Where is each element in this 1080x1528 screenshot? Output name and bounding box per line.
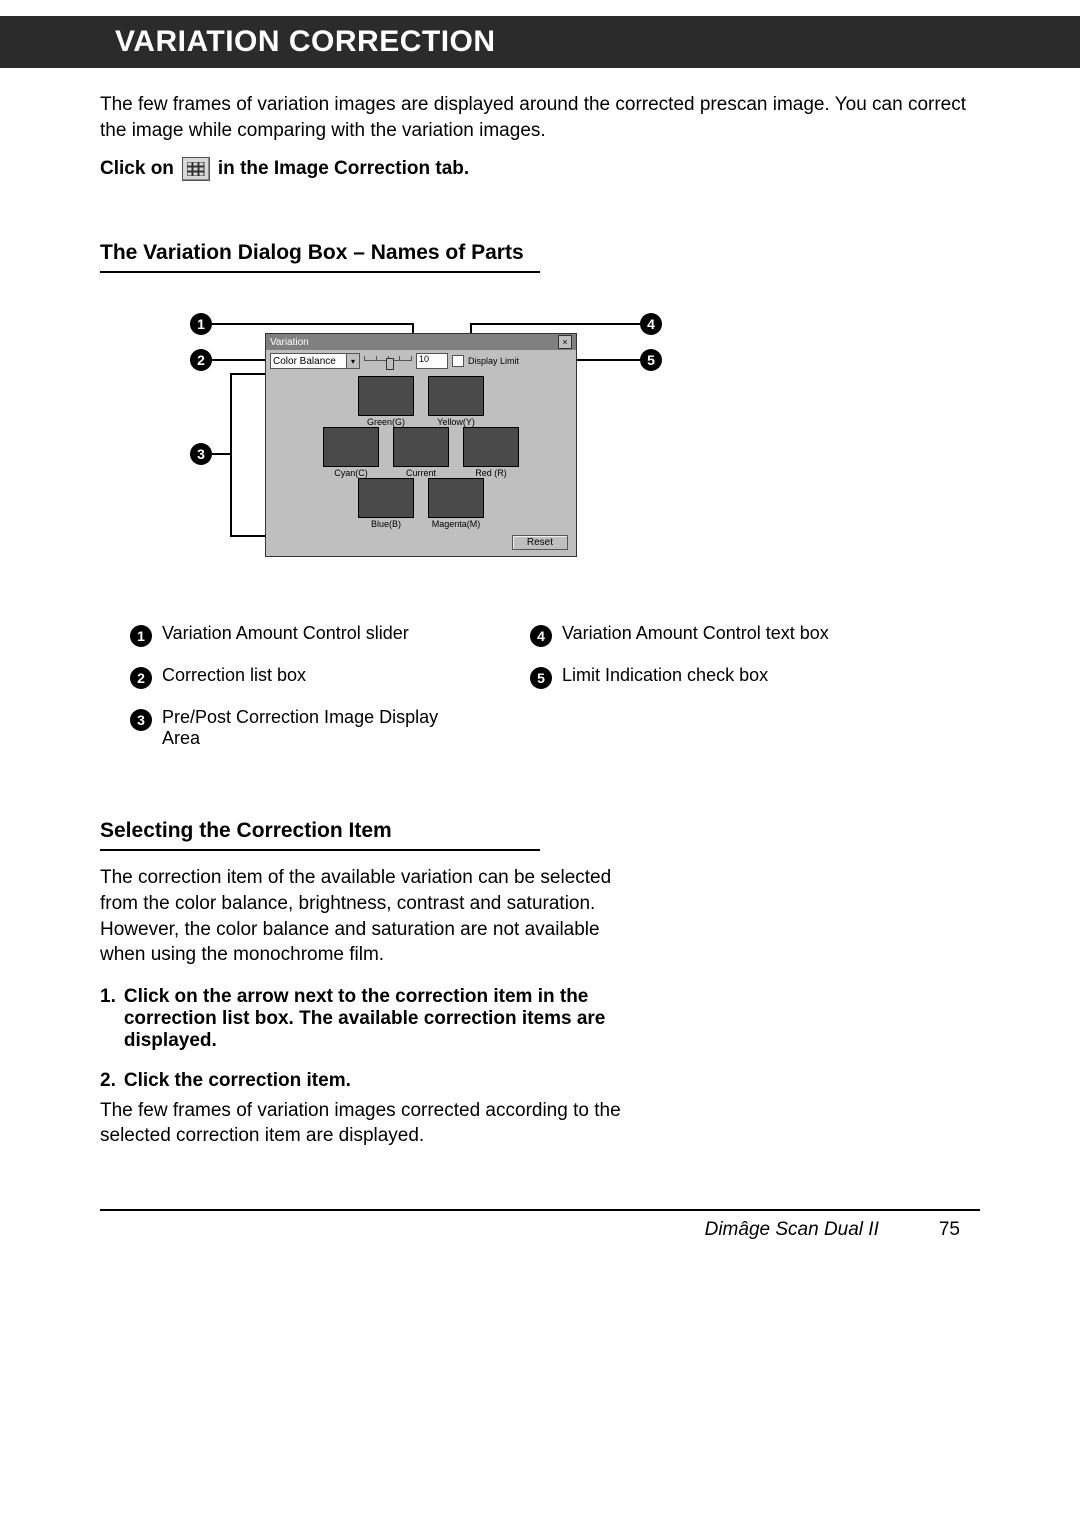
lead-4 (470, 323, 640, 325)
parts-legend: 1Variation Amount Control slider 2Correc… (130, 623, 980, 749)
section2-heading: Selecting the Correction Item (100, 819, 540, 847)
correction-list-box[interactable]: Color Balance (270, 353, 360, 369)
header-bar: VARIATION CORRECTION (0, 16, 1080, 68)
legend-item-3: 3Pre/Post Correction Image Display Area (130, 707, 470, 749)
click-instruction: Click on in the Image Correction tab. (100, 157, 980, 181)
click-before: Click on (100, 158, 174, 180)
callout-3: 3 (190, 443, 212, 465)
section2-rule (100, 849, 540, 851)
page-footer: Dimâge Scan Dual II 75 (0, 1211, 1080, 1241)
thumb-magenta[interactable]: Magenta(M) (428, 478, 484, 529)
bracket-3 (230, 373, 267, 537)
display-limit-label: Display Limit (468, 356, 519, 366)
reset-button[interactable]: Reset (512, 535, 568, 550)
image-display-area: Green(G) Yellow(Y) Cyan(C) Current Red (… (266, 372, 576, 535)
callout-1: 1 (190, 313, 212, 335)
dialog-titlebar: Variation × (266, 334, 576, 350)
manual-page: VARIATION CORRECTION The few frames of v… (0, 16, 1080, 1301)
legend-item-2: 2Correction list box (130, 665, 470, 689)
variation-amount-textbox[interactable]: 10 (416, 353, 448, 369)
thumb-blue[interactable]: Blue(B) (358, 478, 414, 529)
lead-3 (212, 453, 230, 455)
legend-item-4: 4Variation Amount Control text box (530, 623, 870, 647)
section1-heading: The Variation Dialog Box – Names of Part… (100, 241, 540, 269)
variation-grid-icon (182, 157, 210, 181)
variation-amount-slider[interactable] (364, 356, 412, 366)
thumb-red[interactable]: Red (R) (463, 427, 519, 478)
thumb-yellow[interactable]: Yellow(Y) (428, 376, 484, 427)
correction-select[interactable]: Color Balance (270, 353, 360, 369)
lead-2 (212, 359, 272, 361)
step-1: 1. Click on the arrow next to the correc… (100, 986, 630, 1052)
dialog-title: Variation (270, 337, 309, 348)
dialog-controls: Color Balance 10 Display Limit (266, 350, 576, 372)
thumb-green[interactable]: Green(G) (358, 376, 414, 427)
product-name: Dimâge Scan Dual II (705, 1219, 879, 1241)
intro-text: The few frames of variation images are d… (100, 92, 980, 143)
callout-5: 5 (640, 349, 662, 371)
variation-dialog: Variation × Color Balance 10 (265, 333, 577, 557)
page-number: 75 (939, 1219, 960, 1241)
step-2: 2. Click the correction item. (100, 1070, 630, 1092)
section1-rule (100, 271, 540, 273)
page-title: VARIATION CORRECTION (0, 25, 496, 59)
legend-item-5: 5Limit Indication check box (530, 665, 870, 689)
legend-item-1: 1Variation Amount Control slider (130, 623, 470, 647)
section2-body: The correction item of the available var… (100, 865, 630, 968)
dialog-figure: 1 2 3 4 5 Variation × (150, 313, 980, 593)
callout-4: 4 (640, 313, 662, 335)
display-limit-checkbox[interactable] (452, 355, 464, 367)
close-icon[interactable]: × (558, 335, 572, 349)
click-after: in the Image Correction tab. (218, 158, 469, 180)
thumb-current[interactable]: Current (393, 427, 449, 478)
callout-2: 2 (190, 349, 212, 371)
thumb-cyan[interactable]: Cyan(C) (323, 427, 379, 478)
lead-1 (212, 323, 412, 325)
step-2-result: The few frames of variation images corre… (100, 1098, 660, 1149)
